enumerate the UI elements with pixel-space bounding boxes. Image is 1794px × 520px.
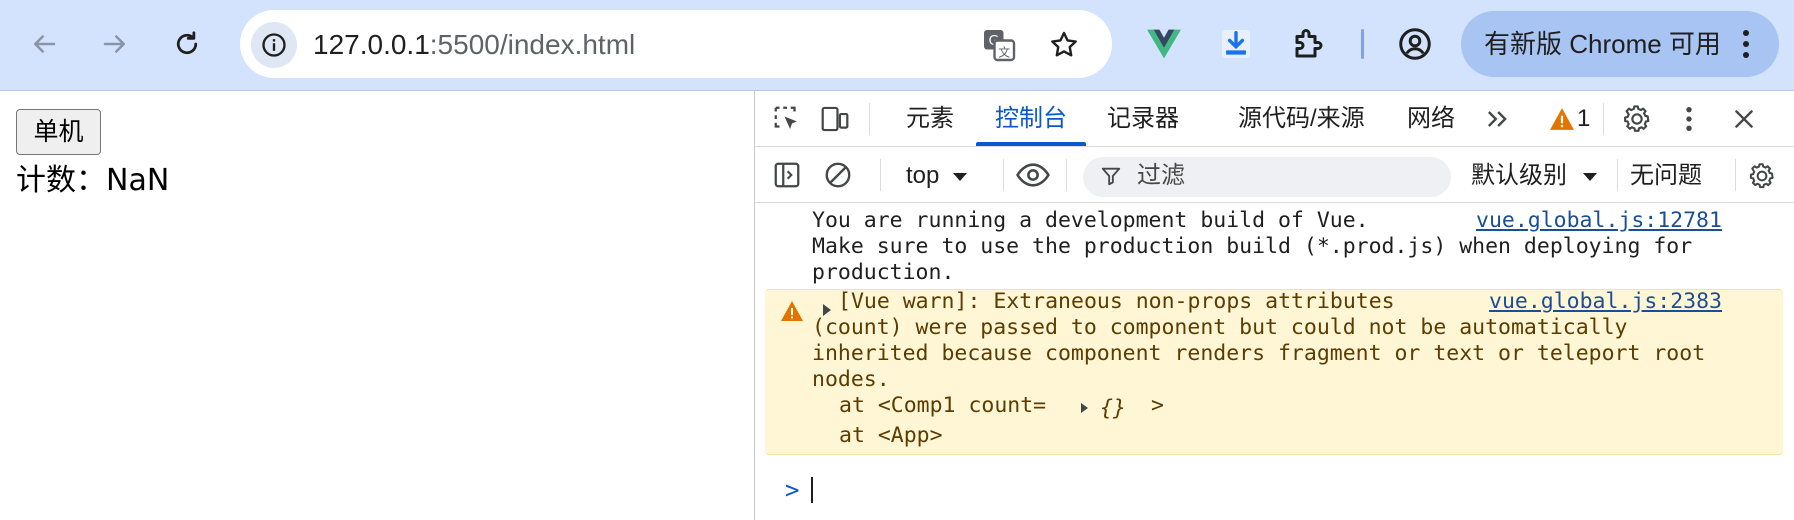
- sidebar-toggle-button[interactable]: [771, 159, 803, 191]
- download-icon: [1221, 29, 1251, 59]
- forward-button[interactable]: [91, 20, 139, 68]
- url-path: :5500/index.html: [429, 29, 636, 60]
- profile-icon: [1399, 28, 1431, 60]
- stack-frame-props: {}: [1100, 396, 1126, 421]
- source-link[interactable]: vue.global.js:12781: [1476, 208, 1722, 234]
- active-tab-indicator: [976, 142, 1086, 146]
- tab-recorder[interactable]: 记录器: [1107, 104, 1179, 134]
- clear-console-button[interactable]: [822, 159, 854, 191]
- chevron-double-right-icon: [1488, 111, 1507, 127]
- dropdown-arrow-icon: [1582, 173, 1597, 181]
- tab-elements[interactable]: 元素: [906, 104, 954, 134]
- log-level-value: 默认级别: [1471, 162, 1567, 189]
- inspect-icon: [774, 106, 797, 129]
- tab-sources[interactable]: 源代码/来源: [1238, 104, 1365, 134]
- bookmark-star-icon: [1051, 31, 1077, 57]
- dropdown-arrow-icon: [953, 173, 968, 181]
- source-link[interactable]: vue.global.js:2383: [1489, 289, 1722, 315]
- toolbar-divider: [880, 159, 881, 191]
- back-button[interactable]: [20, 20, 68, 68]
- warnings-button[interactable]: [1548, 105, 1576, 133]
- console-toolbar: top 过滤 默认级别 无问题: [755, 147, 1794, 203]
- console-settings-button[interactable]: [1745, 159, 1779, 193]
- warning-icon: [779, 298, 805, 324]
- toolbar-divider: [1066, 159, 1067, 191]
- toolbar-divider: [1003, 159, 1004, 191]
- toolbar-separator: [1361, 29, 1364, 59]
- url-text[interactable]: 127.0.0.1:5500/index.html: [313, 28, 635, 62]
- bookmark-button[interactable]: [1045, 26, 1083, 64]
- toolbar-divider: [1735, 159, 1736, 191]
- devtools-settings-button[interactable]: [1619, 101, 1655, 137]
- more-vert-icon: [1686, 106, 1692, 132]
- stack-frame: at <Comp1 count=: [839, 393, 1047, 418]
- filter-icon: [1099, 163, 1123, 189]
- warning-icon: [1550, 108, 1574, 130]
- gear-icon: [1749, 163, 1774, 189]
- issues-status[interactable]: 无问题: [1630, 161, 1702, 191]
- single-click-button[interactable]: 单机: [16, 109, 101, 155]
- tab-divider: [1603, 103, 1604, 135]
- live-expression-button[interactable]: [1013, 160, 1053, 190]
- warning-count: 1: [1577, 105, 1591, 132]
- tab-network[interactable]: 网络: [1407, 104, 1455, 134]
- stack-frame-close: >: [1151, 393, 1164, 418]
- menu-icon[interactable]: [1734, 26, 1758, 62]
- sidebar-icon: [774, 162, 800, 188]
- device-icon: [821, 106, 849, 132]
- log-level-selector[interactable]: 默认级别: [1471, 161, 1598, 191]
- console-output: You are running a development build of V…: [755, 203, 1794, 520]
- tab-console[interactable]: 控制台: [995, 104, 1067, 134]
- devtools-tabbar: 元素 控制台 记录器 源代码/来源 网络 1: [755, 91, 1794, 147]
- vue-devtools-icon: [1147, 29, 1181, 59]
- expand-triangle-icon[interactable]: [1078, 400, 1090, 416]
- profile-button[interactable]: [1393, 22, 1437, 66]
- translate-button[interactable]: G文: [980, 26, 1018, 64]
- stack-frame: at <App>: [839, 423, 943, 448]
- page-viewport: 单机 计数：NaN: [0, 91, 754, 520]
- url-host: 127.0.0.1: [313, 29, 430, 60]
- site-info-button[interactable]: [251, 22, 297, 68]
- clear-icon: [825, 162, 851, 188]
- download-extension[interactable]: [1214, 22, 1258, 66]
- reload-button[interactable]: [163, 20, 211, 68]
- devtools-menu-button[interactable]: [1677, 101, 1701, 137]
- close-devtools-button[interactable]: [1728, 103, 1760, 135]
- inspect-element-button[interactable]: [770, 102, 804, 136]
- tab-divider: [869, 103, 870, 135]
- update-chrome-label: 有新版 Chrome 可用: [1484, 29, 1721, 59]
- info-icon: [262, 33, 286, 57]
- devtools-panel: 元素 控制台 记录器 源代码/来源 网络 1 top 过滤 默认级别 无问题 Y…: [754, 91, 1794, 520]
- context-value: top: [906, 162, 940, 189]
- close-icon: [1735, 110, 1753, 128]
- extensions-button[interactable]: [1287, 22, 1331, 66]
- device-toolbar-button[interactable]: [817, 102, 853, 136]
- more-tabs-button[interactable]: [1482, 103, 1512, 135]
- back-icon: [34, 35, 56, 53]
- eye-icon: [1016, 163, 1050, 187]
- translate-icon: G文: [984, 30, 1016, 62]
- forward-icon: [103, 35, 125, 53]
- gear-icon: [1624, 105, 1650, 132]
- console-input[interactable]: [811, 477, 813, 503]
- context-selector[interactable]: top: [906, 161, 968, 191]
- toolbar-divider: [1617, 159, 1618, 191]
- console-prompt: >: [785, 476, 800, 504]
- filter-placeholder: 过滤: [1137, 162, 1185, 189]
- vue-devtools-extension[interactable]: [1142, 22, 1186, 66]
- count-text: 计数：NaN: [16, 163, 170, 198]
- svg-text:文: 文: [998, 44, 1010, 59]
- extensions-icon: [1295, 29, 1323, 58]
- reload-icon: [176, 31, 198, 55]
